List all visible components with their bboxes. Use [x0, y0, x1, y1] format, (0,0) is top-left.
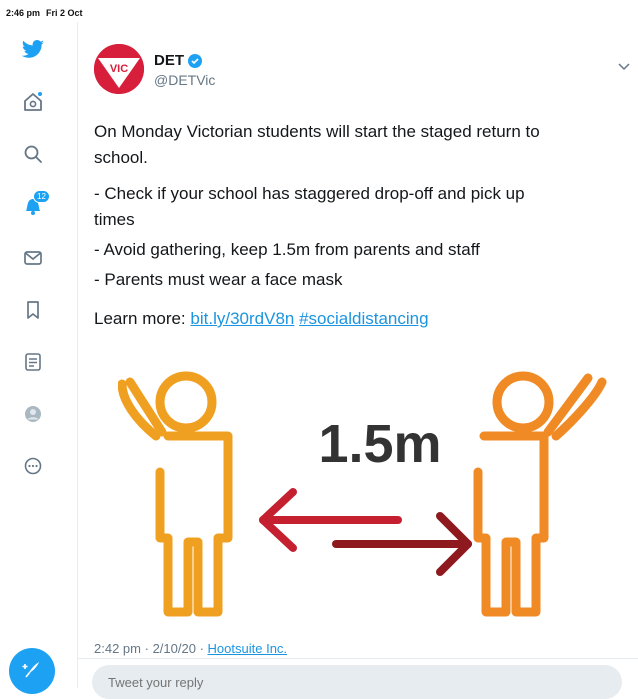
meta-separator-2: ·	[199, 641, 204, 656]
learn-more-label: Learn more:	[94, 309, 186, 328]
notifications-icon[interactable]: 12	[21, 190, 50, 218]
compose-tweet-icon	[21, 658, 43, 685]
tweet-source-link[interactable]: Hootsuite Inc.	[208, 641, 288, 656]
left-arrow-icon	[259, 488, 402, 552]
tweet-text-line1: On Monday Victorian students will start …	[94, 122, 540, 141]
right-arrow-icon	[332, 512, 472, 576]
author-handle[interactable]: @DETVic	[154, 72, 215, 88]
bookmarks-icon[interactable]	[21, 298, 45, 322]
reply-input[interactable]	[92, 665, 622, 699]
tweet-bullet1-line2: times	[94, 210, 135, 229]
tweet-bullet1-line1: - Check if your school has staggered dro…	[94, 184, 525, 203]
avatar-text: VIC	[110, 63, 128, 75]
avatar[interactable]: VIC	[94, 44, 144, 94]
twitter-bird-icon[interactable]	[21, 38, 45, 62]
chevron-down-icon[interactable]	[618, 58, 630, 76]
left-figure	[118, 371, 233, 617]
tweet-date: 2/10/20	[152, 641, 196, 656]
hashtag-link[interactable]: #socialdistancing	[299, 309, 428, 328]
right-figure	[473, 371, 607, 617]
author-name-text: DET	[154, 52, 184, 69]
distance-label: 1.5m	[318, 414, 441, 474]
tweet-detail: VIC DET @DETVic On Monday Victorian stud…	[78, 22, 638, 699]
messages-icon[interactable]	[21, 246, 45, 270]
learn-more-line: Learn more: bit.ly/30rdV8n #socialdistan…	[94, 307, 624, 331]
status-date: Fri 2 Oct	[46, 8, 83, 18]
profile-icon[interactable]	[21, 402, 45, 426]
lists-icon[interactable]	[21, 350, 45, 374]
tweet-time: 2:42 pm	[94, 641, 141, 656]
verified-icon	[188, 53, 202, 68]
more-icon[interactable]	[21, 454, 45, 478]
reply-divider	[78, 658, 638, 659]
compose-tweet-button[interactable]	[9, 648, 55, 694]
tweet-bullet2: - Avoid gathering, keep 1.5m from parent…	[94, 240, 480, 259]
tweet-bullet3: - Parents must wear a face mask	[94, 270, 343, 289]
notification-badge: 12	[33, 190, 50, 203]
status-bar: 2:46 pm Fri 2 Oct	[6, 8, 83, 18]
status-time: 2:46 pm	[6, 8, 41, 18]
tweet-link[interactable]: bit.ly/30rdV8n	[190, 309, 294, 328]
tweet-text-line2: school.	[94, 148, 148, 167]
social-distancing-graphic[interactable]: 1.5m	[118, 362, 618, 632]
search-icon[interactable]	[21, 142, 45, 166]
meta-separator-1: ·	[144, 641, 149, 656]
author-name[interactable]: DET	[154, 52, 202, 69]
home-icon[interactable]	[21, 90, 45, 114]
sidebar: 12	[0, 30, 70, 694]
tweet-timestamp: 2:42 pm · 2/10/20 · Hootsuite Inc.	[94, 641, 287, 656]
